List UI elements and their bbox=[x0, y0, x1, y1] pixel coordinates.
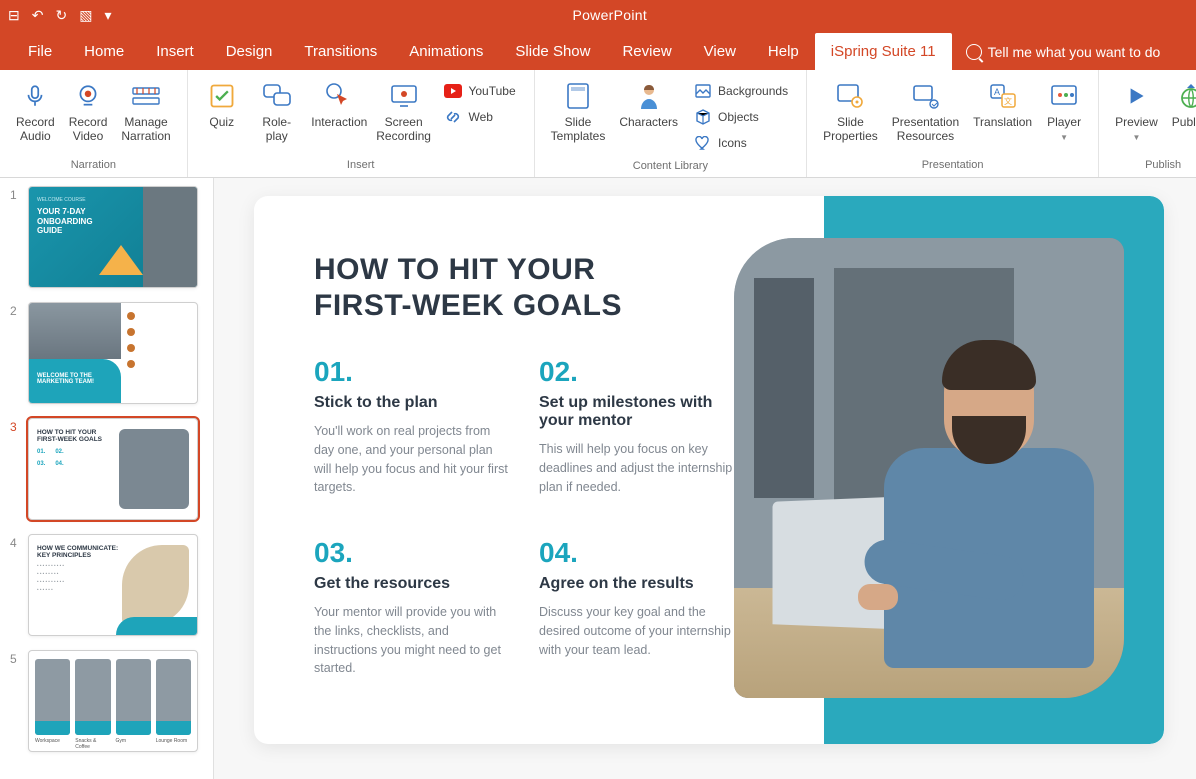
attachment-icon bbox=[909, 80, 941, 112]
slide-title[interactable]: HOW TO HIT YOUR FIRST-WEEK GOALS bbox=[314, 252, 622, 324]
thumbnail-slide-3[interactable]: HOW TO HIT YOUR FIRST-WEEK GOALS 01.02. … bbox=[28, 418, 198, 520]
tap-icon bbox=[323, 80, 355, 112]
slide-canvas-area[interactable]: HOW TO HIT YOUR FIRST-WEEK GOALS 01. Sti… bbox=[214, 178, 1196, 779]
tab-file[interactable]: File bbox=[12, 33, 68, 70]
ribbon: Record Audio Record Video Manage Narrati… bbox=[0, 70, 1196, 178]
tab-help[interactable]: Help bbox=[752, 33, 815, 70]
manage-narration-button[interactable]: Manage Narration bbox=[115, 76, 176, 148]
svg-text:A: A bbox=[994, 87, 1000, 97]
tab-slideshow[interactable]: Slide Show bbox=[499, 33, 606, 70]
backgrounds-button[interactable]: Backgrounds bbox=[690, 80, 792, 102]
chat-icon bbox=[261, 80, 293, 112]
goals-grid: 01. Stick to the plan You'll work on rea… bbox=[314, 356, 734, 678]
thumb-number: 2 bbox=[10, 302, 22, 404]
slide-canvas[interactable]: HOW TO HIT YOUR FIRST-WEEK GOALS 01. Sti… bbox=[254, 196, 1164, 744]
group-label-publish: Publish bbox=[1145, 157, 1181, 175]
group-narration: Record Audio Record Video Manage Narrati… bbox=[0, 70, 188, 177]
thumbnail-slide-1[interactable]: WELCOME COURSE YOUR 7-DAY ONBOARDING GUI… bbox=[28, 186, 198, 288]
web-button[interactable]: Web bbox=[440, 106, 519, 128]
ribbon-tabs: File Home Insert Design Transitions Anim… bbox=[0, 30, 1196, 70]
tell-me-search[interactable]: Tell me what you want to do bbox=[952, 34, 1175, 70]
globe-upload-icon bbox=[1175, 80, 1196, 112]
workspace: 1 WELCOME COURSE YOUR 7-DAY ONBOARDING G… bbox=[0, 178, 1196, 779]
tab-home[interactable]: Home bbox=[68, 33, 140, 70]
monitor-icon bbox=[388, 80, 420, 112]
template-icon bbox=[562, 80, 594, 112]
tab-transitions[interactable]: Transitions bbox=[288, 33, 393, 70]
goal-item[interactable]: 04. Agree on the results Discuss your ke… bbox=[539, 537, 734, 678]
characters-button[interactable]: Characters bbox=[613, 76, 684, 134]
slide-thumbnails-panel[interactable]: 1 WELCOME COURSE YOUR 7-DAY ONBOARDING G… bbox=[0, 178, 214, 779]
palette-icon bbox=[1048, 80, 1080, 112]
thumb-number: 1 bbox=[10, 186, 22, 288]
cube-icon bbox=[694, 108, 712, 126]
person-icon bbox=[633, 80, 665, 112]
record-video-button[interactable]: Record Video bbox=[63, 76, 114, 148]
screen-recording-button[interactable]: Screen Recording bbox=[373, 76, 435, 148]
image-icon bbox=[694, 82, 712, 100]
slide-properties-button[interactable]: Slide Properties bbox=[817, 76, 884, 148]
group-label-insert: Insert bbox=[347, 157, 375, 175]
player-button[interactable]: Player▼ bbox=[1040, 76, 1088, 148]
preview-button[interactable]: Preview▼ bbox=[1109, 76, 1164, 148]
tab-review[interactable]: Review bbox=[606, 33, 687, 70]
microphone-icon bbox=[19, 80, 51, 112]
slide-templates-button[interactable]: Slide Templates bbox=[545, 76, 612, 148]
group-insert: Quiz Role-play Interaction Screen Record… bbox=[188, 70, 535, 177]
group-publish: Preview▼ Publish Publish bbox=[1099, 70, 1196, 177]
goal-item[interactable]: 02. Set up milestones with your mentor T… bbox=[539, 356, 734, 497]
goal-item[interactable]: 03. Get the resources Your mentor will p… bbox=[314, 537, 509, 678]
webcam-icon bbox=[72, 80, 104, 112]
save-icon[interactable]: ⊟ bbox=[8, 7, 20, 24]
tab-insert[interactable]: Insert bbox=[140, 33, 210, 70]
play-icon bbox=[1120, 80, 1152, 112]
group-content-library: Slide Templates Characters Backgrounds bbox=[535, 70, 807, 177]
group-label-presentation: Presentation bbox=[922, 157, 984, 175]
svg-text:文: 文 bbox=[1004, 96, 1012, 106]
youtube-button[interactable]: YouTube bbox=[440, 80, 519, 102]
heart-icon bbox=[694, 134, 712, 152]
tab-design[interactable]: Design bbox=[210, 33, 289, 70]
objects-button[interactable]: Objects bbox=[690, 106, 792, 128]
thumb-number: 3 bbox=[10, 418, 22, 520]
group-label-narration: Narration bbox=[71, 157, 116, 175]
thumbnail-slide-4[interactable]: HOW WE COMMUNICATE: KEY PRINCIPLES • • •… bbox=[28, 534, 198, 636]
title-bar: ⊟ ↶ ↻ ▧ ▾ PowerPoint bbox=[0, 0, 1196, 30]
redo-icon[interactable]: ↻ bbox=[55, 7, 67, 24]
link-icon bbox=[444, 108, 462, 126]
thumb-number: 5 bbox=[10, 650, 22, 752]
record-audio-button[interactable]: Record Audio bbox=[10, 76, 61, 148]
thumbnail-slide-5[interactable]: WorkspaceSnacks & Coffee GymLounge Room bbox=[28, 650, 198, 752]
tell-me-label: Tell me what you want to do bbox=[988, 44, 1161, 60]
slide-photo[interactable] bbox=[734, 238, 1124, 698]
qat-more-icon[interactable]: ▾ bbox=[104, 7, 111, 24]
publish-button[interactable]: Publish bbox=[1166, 76, 1196, 134]
tab-ispring-suite[interactable]: iSpring Suite 11 bbox=[815, 33, 952, 70]
quiz-button[interactable]: Quiz bbox=[198, 76, 246, 134]
app-title: PowerPoint bbox=[111, 7, 1108, 23]
tab-animations[interactable]: Animations bbox=[393, 33, 499, 70]
goal-item[interactable]: 01. Stick to the plan You'll work on rea… bbox=[314, 356, 509, 497]
icons-button[interactable]: Icons bbox=[690, 132, 792, 154]
group-presentation: Slide Properties Presentation Resources … bbox=[807, 70, 1099, 177]
undo-icon[interactable]: ↶ bbox=[32, 7, 44, 24]
youtube-icon bbox=[444, 82, 462, 100]
chevron-down-icon: ▼ bbox=[1060, 133, 1068, 142]
chevron-down-icon: ▼ bbox=[1132, 133, 1140, 142]
slide-gear-icon bbox=[834, 80, 866, 112]
thumb-number: 4 bbox=[10, 534, 22, 636]
start-from-beginning-icon[interactable]: ▧ bbox=[79, 7, 92, 24]
presentation-resources-button[interactable]: Presentation Resources bbox=[886, 76, 965, 148]
quick-access-toolbar: ⊟ ↶ ↻ ▧ ▾ bbox=[8, 7, 111, 24]
tab-view[interactable]: View bbox=[688, 33, 752, 70]
lightbulb-icon bbox=[966, 44, 982, 60]
checklist-icon bbox=[206, 80, 238, 112]
role-play-button[interactable]: Role-play bbox=[248, 76, 306, 148]
group-label-content-library: Content Library bbox=[633, 158, 708, 176]
translation-button[interactable]: A文 Translation bbox=[967, 76, 1038, 134]
translate-icon: A文 bbox=[987, 80, 1019, 112]
timeline-icon bbox=[130, 80, 162, 112]
thumbnail-slide-2[interactable]: WELCOME TO THE MARKETING TEAM! bbox=[28, 302, 198, 404]
interaction-button[interactable]: Interaction bbox=[308, 76, 371, 134]
